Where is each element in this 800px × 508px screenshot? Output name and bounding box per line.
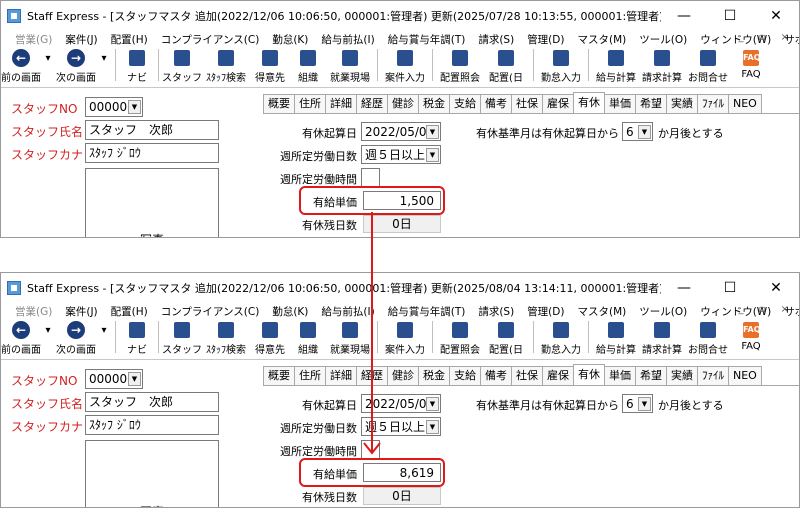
annotation-arrow	[363, 212, 381, 455]
